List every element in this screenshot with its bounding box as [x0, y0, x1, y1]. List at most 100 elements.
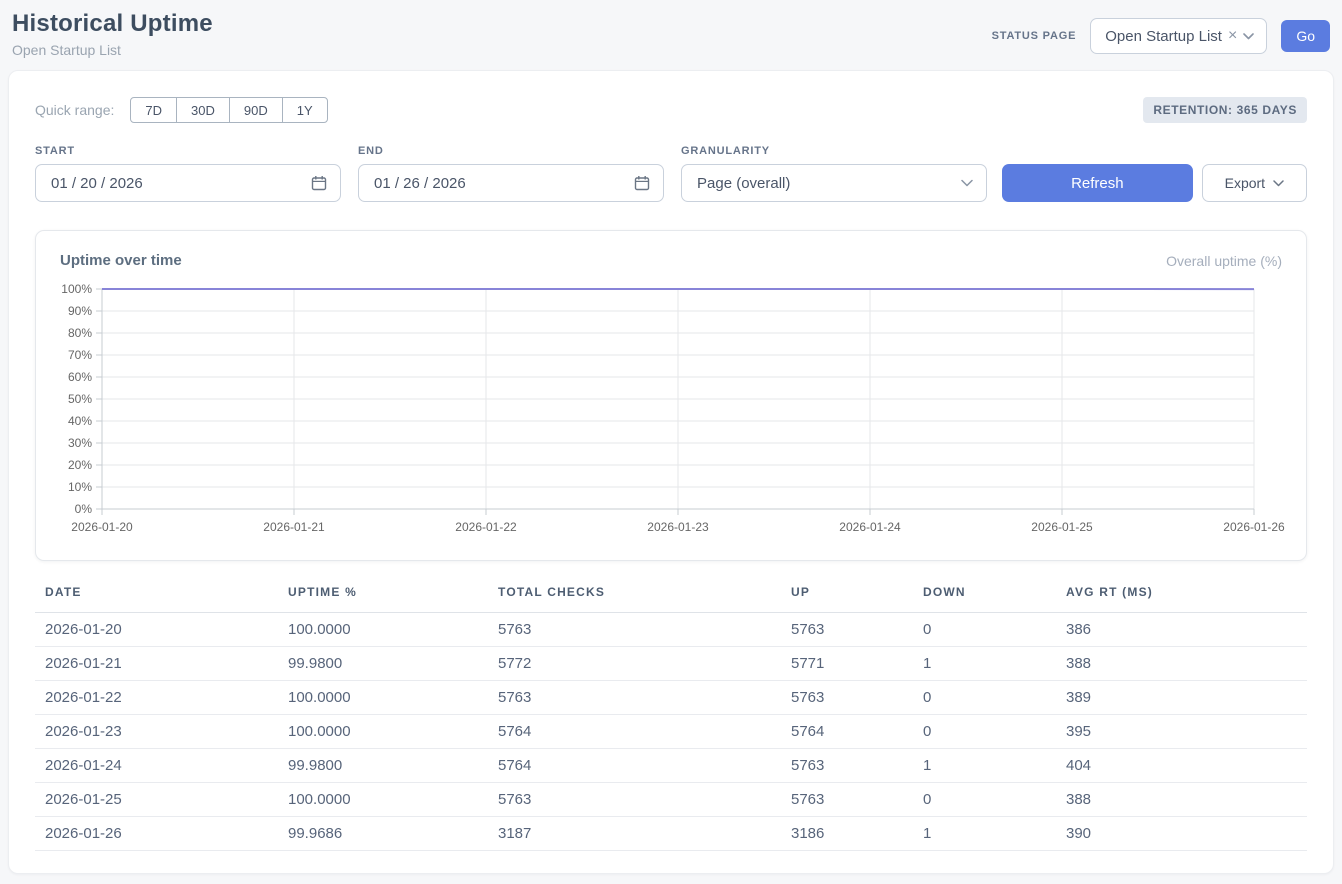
table-cell: 5764	[781, 715, 913, 749]
start-date-field: START 01 / 20 / 2026	[35, 145, 341, 202]
table-cell: 1	[913, 817, 1056, 851]
table-cell: 5763	[781, 783, 913, 817]
table-cell: 2026-01-22	[35, 681, 278, 715]
end-date-value: 01 / 26 / 2026	[374, 175, 466, 192]
page-subtitle: Open Startup List	[12, 42, 213, 58]
table-row: 2026-01-20100.0000576357630386	[35, 613, 1307, 647]
table-cell: 388	[1056, 783, 1307, 817]
export-button[interactable]: Export	[1202, 164, 1307, 202]
page-title: Historical Uptime	[12, 10, 213, 38]
column-header: UPTIME %	[278, 585, 488, 613]
export-button-label: Export	[1225, 175, 1265, 191]
svg-text:20%: 20%	[68, 458, 92, 472]
table-cell: 386	[1056, 613, 1307, 647]
svg-text:2026-01-21: 2026-01-21	[263, 520, 325, 534]
retention-badge: RETENTION: 365 DAYS	[1143, 97, 1307, 123]
status-page-label: STATUS PAGE	[992, 30, 1077, 42]
table-cell: 2026-01-26	[35, 817, 278, 851]
table-cell: 3187	[488, 817, 781, 851]
table-cell: 2026-01-23	[35, 715, 278, 749]
chevron-down-icon	[1273, 180, 1284, 187]
svg-text:70%: 70%	[68, 348, 92, 362]
quick-range-group: 7D 30D 90D 1Y	[130, 97, 327, 123]
granularity-field: GRANULARITY Page (overall)	[681, 145, 987, 202]
svg-text:80%: 80%	[68, 326, 92, 340]
svg-text:2026-01-26: 2026-01-26	[1223, 520, 1285, 534]
table-cell: 395	[1056, 715, 1307, 749]
table-cell: 99.9800	[278, 647, 488, 681]
table-cell: 5764	[488, 749, 781, 783]
table-cell: 2026-01-20	[35, 613, 278, 647]
svg-text:60%: 60%	[68, 370, 92, 384]
quick-range-1y-button[interactable]: 1Y	[282, 97, 328, 123]
table-cell: 99.9686	[278, 817, 488, 851]
chevron-down-icon	[961, 179, 973, 187]
quick-range-90d-button[interactable]: 90D	[229, 97, 283, 123]
table-cell: 0	[913, 681, 1056, 715]
start-date-input[interactable]: 01 / 20 / 2026	[35, 164, 341, 202]
top-bar: Historical Uptime Open Startup List STAT…	[0, 0, 1342, 58]
table-cell: 0	[913, 613, 1056, 647]
filters-row: START 01 / 20 / 2026 END 01 / 26 / 2026 …	[35, 145, 1307, 202]
column-header: AVG RT (MS)	[1056, 585, 1307, 613]
table-cell: 404	[1056, 749, 1307, 783]
table-header-row: DATEUPTIME %TOTAL CHECKSUPDOWNAVG RT (MS…	[35, 585, 1307, 613]
column-header: DATE	[35, 585, 278, 613]
quick-range-30d-button[interactable]: 30D	[176, 97, 230, 123]
table-row: 2026-01-2699.9686318731861390	[35, 817, 1307, 851]
table-cell: 5772	[488, 647, 781, 681]
table-cell: 5763	[488, 613, 781, 647]
chart-legend-label: Overall uptime (%)	[1166, 253, 1282, 269]
table-cell: 5763	[488, 681, 781, 715]
go-button[interactable]: Go	[1281, 20, 1330, 52]
svg-text:50%: 50%	[68, 392, 92, 406]
chevron-down-icon	[1243, 33, 1254, 40]
end-date-field: END 01 / 26 / 2026	[358, 145, 664, 202]
chart-title: Uptime over time	[60, 252, 182, 269]
table-cell: 1	[913, 647, 1056, 681]
end-date-input[interactable]: 01 / 26 / 2026	[358, 164, 664, 202]
table-cell: 5763	[781, 613, 913, 647]
svg-text:2026-01-24: 2026-01-24	[839, 520, 901, 534]
refresh-button[interactable]: Refresh	[1002, 164, 1193, 202]
table-row: 2026-01-23100.0000576457640395	[35, 715, 1307, 749]
table-cell: 388	[1056, 647, 1307, 681]
clear-selection-icon[interactable]: ×	[1228, 28, 1237, 44]
uptime-table-wrap: DATEUPTIME %TOTAL CHECKSUPDOWNAVG RT (MS…	[35, 585, 1307, 851]
svg-text:10%: 10%	[68, 480, 92, 494]
uptime-chart-svg: 0%10%20%30%40%50%60%70%80%90%100%2026-01…	[60, 279, 1286, 541]
table-cell: 1	[913, 749, 1056, 783]
svg-text:2026-01-20: 2026-01-20	[71, 520, 133, 534]
table-header: DATEUPTIME %TOTAL CHECKSUPDOWNAVG RT (MS…	[35, 585, 1307, 613]
column-header: DOWN	[913, 585, 1056, 613]
svg-text:100%: 100%	[61, 282, 92, 296]
status-page-controls: STATUS PAGE Open Startup List × Go	[992, 18, 1330, 54]
uptime-line-chart: 0%10%20%30%40%50%60%70%80%90%100%2026-01…	[60, 279, 1282, 546]
status-page-select[interactable]: Open Startup List ×	[1090, 18, 1267, 54]
quick-range-label: Quick range:	[35, 102, 114, 118]
quick-range-7d-button[interactable]: 7D	[130, 97, 177, 123]
granularity-select[interactable]: Page (overall)	[681, 164, 987, 202]
table-cell: 5763	[781, 749, 913, 783]
page-heading: Historical Uptime Open Startup List	[12, 10, 213, 58]
calendar-icon[interactable]	[311, 175, 327, 191]
table-cell: 2026-01-21	[35, 647, 278, 681]
table-cell: 389	[1056, 681, 1307, 715]
column-header: UP	[781, 585, 913, 613]
table-cell: 5763	[488, 783, 781, 817]
uptime-table: DATEUPTIME %TOTAL CHECKSUPDOWNAVG RT (MS…	[35, 585, 1307, 851]
table-row: 2026-01-25100.0000576357630388	[35, 783, 1307, 817]
table-cell: 100.0000	[278, 783, 488, 817]
table-cell: 390	[1056, 817, 1307, 851]
table-cell: 5764	[488, 715, 781, 749]
svg-text:2026-01-23: 2026-01-23	[647, 520, 709, 534]
table-cell: 100.0000	[278, 681, 488, 715]
table-cell: 0	[913, 783, 1056, 817]
start-date-value: 01 / 20 / 2026	[51, 175, 143, 192]
table-cell: 5763	[781, 681, 913, 715]
column-header: TOTAL CHECKS	[488, 585, 781, 613]
svg-text:2026-01-25: 2026-01-25	[1031, 520, 1093, 534]
svg-text:0%: 0%	[75, 502, 93, 516]
calendar-icon[interactable]	[634, 175, 650, 191]
svg-text:2026-01-22: 2026-01-22	[455, 520, 517, 534]
